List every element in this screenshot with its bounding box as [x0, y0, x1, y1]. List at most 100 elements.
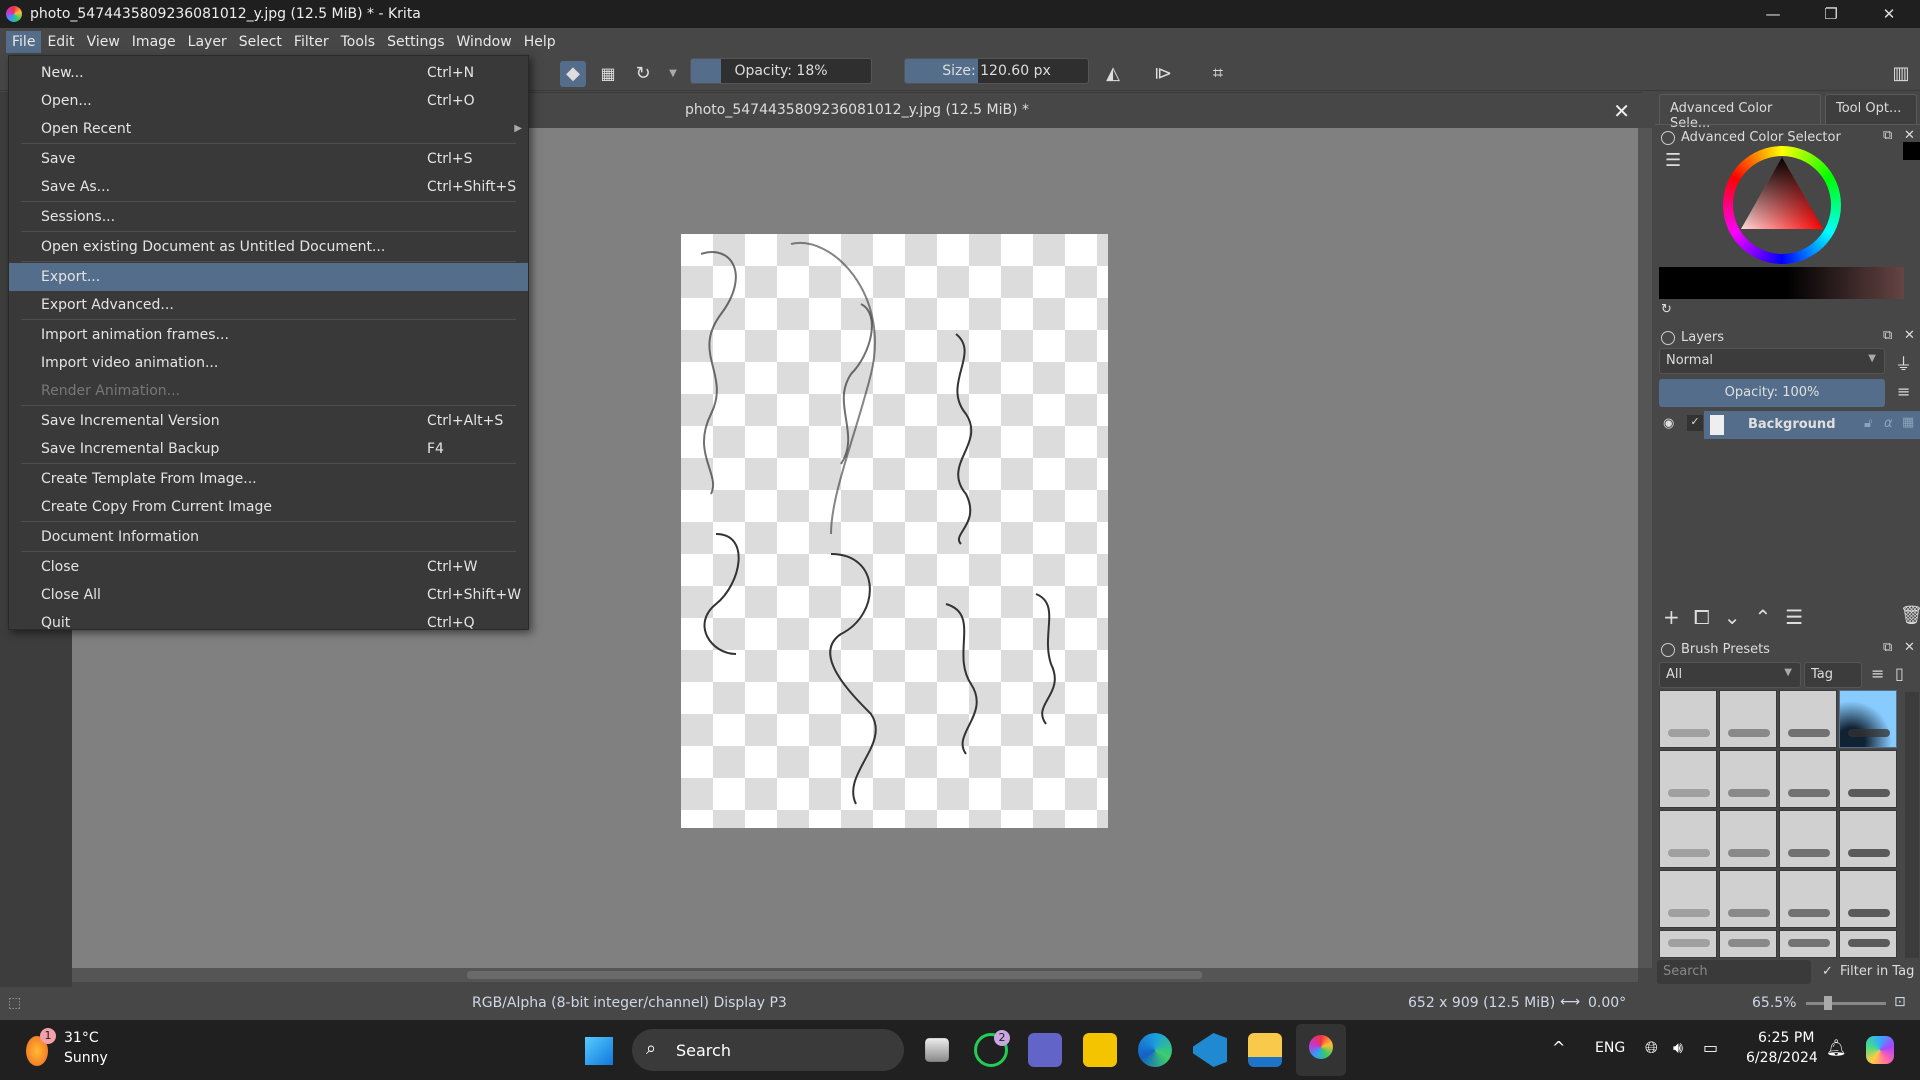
brush-preset[interactable]: [1719, 690, 1777, 748]
menu-item-sessions[interactable]: Sessions...: [9, 203, 528, 231]
delete-layer-icon[interactable]: 🗑︎: [1900, 605, 1920, 626]
brush-info-icon[interactable]: ▯: [1895, 664, 1904, 683]
menu-help[interactable]: Help: [518, 31, 562, 53]
vscode-icon[interactable]: [1193, 1033, 1227, 1067]
brush-tag-select[interactable]: All ▼: [1659, 662, 1801, 688]
menu-image[interactable]: Image: [126, 31, 182, 53]
chevron-down-icon[interactable]: ▼: [660, 61, 686, 87]
file-explorer-icon[interactable]: [1248, 1033, 1282, 1067]
brush-preset[interactable]: [1779, 690, 1837, 748]
krita-taskbar-button[interactable]: [1296, 1024, 1346, 1076]
taskbar-search-box[interactable]: ⌕ Search: [632, 1029, 904, 1071]
visibility-eye-icon[interactable]: ◉: [1663, 416, 1674, 431]
size-slider[interactable]: Size: 120.60 px: [904, 58, 1089, 84]
tag-button[interactable]: Tag: [1804, 662, 1862, 688]
network-icon[interactable]: 🌐︎: [1645, 1038, 1658, 1058]
sticky-notes-icon[interactable]: [1083, 1033, 1117, 1067]
language-indicator[interactable]: ENG: [1595, 1040, 1625, 1056]
brush-preset[interactable]: [1839, 810, 1897, 868]
menu-item-quit[interactable]: Quit Ctrl+Q: [9, 609, 528, 637]
menu-item-new[interactable]: New... Ctrl+N: [9, 59, 528, 87]
show-hidden-icons-icon[interactable]: ^: [1552, 1038, 1565, 1057]
menu-item-save[interactable]: Save Ctrl+S: [9, 145, 528, 173]
close-docker-icon[interactable]: ✕: [1904, 128, 1915, 143]
teams-icon[interactable]: [1028, 1033, 1062, 1067]
restore-button[interactable]: ❐: [1802, 0, 1860, 28]
refresh-icon[interactable]: ↻: [1661, 302, 1672, 317]
brush-preset[interactable]: [1659, 750, 1717, 808]
menu-item-export[interactable]: Export...: [9, 263, 528, 291]
brush-preset-selected[interactable]: [1839, 690, 1897, 748]
selection-icon[interactable]: ⬚: [8, 995, 21, 1011]
move-layer-down-icon[interactable]: ⌄: [1724, 605, 1741, 629]
layer-opacity-slider[interactable]: Opacity: 100%: [1659, 379, 1885, 407]
menu-settings[interactable]: Settings: [381, 31, 450, 53]
menu-item-create-copy-from-current-image[interactable]: Create Copy From Current Image: [9, 493, 528, 521]
alpha-icon[interactable]: α: [1884, 416, 1893, 431]
brush-preset[interactable]: [1719, 930, 1777, 958]
layer-checkbox[interactable]: ✓: [1687, 415, 1703, 431]
duplicate-layer-icon[interactable]: ⧠: [1694, 605, 1710, 629]
filter-icon[interactable]: ⏚: [1895, 350, 1912, 375]
brush-preset[interactable]: [1719, 750, 1777, 808]
reload-preset-icon[interactable]: ↻: [630, 61, 656, 87]
rotation-icon[interactable]: ⟷: [1560, 994, 1580, 1010]
brush-preset[interactable]: [1659, 870, 1717, 928]
task-view-icon[interactable]: [925, 1038, 949, 1062]
brush-preset[interactable]: [1839, 870, 1897, 928]
tab-tool-options[interactable]: Tool Opt...: [1825, 94, 1917, 124]
view-mode-icon[interactable]: ≡: [1871, 664, 1884, 683]
brush-search-input[interactable]: Search: [1657, 960, 1811, 984]
menu-select[interactable]: Select: [233, 31, 288, 53]
menu-view[interactable]: View: [81, 31, 126, 53]
brush-scrollbar[interactable]: [1905, 692, 1919, 958]
tab-advanced-color-selector[interactable]: Advanced Color Sele...: [1659, 94, 1821, 131]
zoom-slider[interactable]: [1806, 996, 1886, 1010]
menu-item-export-advanced[interactable]: Export Advanced...: [9, 291, 528, 319]
brush-preset[interactable]: [1659, 930, 1717, 958]
filter-in-tag-checkbox[interactable]: ✓: [1822, 964, 1833, 979]
menu-tools[interactable]: Tools: [335, 31, 382, 53]
clock-date[interactable]: 6/28/2024: [1746, 1050, 1818, 1066]
canvas-image[interactable]: [681, 234, 1108, 828]
brush-preset[interactable]: [1719, 870, 1777, 928]
brush-preset[interactable]: [1659, 810, 1717, 868]
lock-layer-icon[interactable]: 🔓︎: [1864, 416, 1872, 431]
menu-file[interactable]: File: [6, 30, 42, 53]
close-docker-icon[interactable]: ✕: [1904, 640, 1915, 655]
minimize-button[interactable]: —: [1744, 0, 1802, 28]
menu-item-import-animation-frames[interactable]: Import animation frames...: [9, 321, 528, 349]
eraser-icon[interactable]: ◆: [560, 61, 586, 87]
menu-item-open-existing-document-as-untitled-document[interactable]: Open existing Document as Untitled Docum…: [9, 233, 528, 261]
hue-ring[interactable]: [1723, 146, 1841, 264]
notification-bell-icon[interactable]: 🔔︎: [1826, 1038, 1846, 1057]
brush-preset[interactable]: [1779, 870, 1837, 928]
close-window-button[interactable]: ✕: [1860, 0, 1918, 28]
brush-preset[interactable]: [1839, 750, 1897, 808]
horizontal-scrollbar-thumb[interactable]: [467, 971, 1202, 979]
close-docker-icon[interactable]: ✕: [1904, 328, 1915, 343]
start-icon[interactable]: [585, 1037, 613, 1065]
alpha-lock-icon[interactable]: ▦: [595, 61, 621, 87]
workspace-icon[interactable]: ▥: [1888, 61, 1914, 87]
blend-mode-select[interactable]: Normal ▼: [1659, 348, 1885, 374]
vertical-scrollbar[interactable]: [1638, 128, 1652, 968]
menu-window[interactable]: Window: [451, 31, 518, 53]
menu-item-save-as[interactable]: Save As... Ctrl+Shift+S: [9, 173, 528, 201]
brush-preset[interactable]: [1659, 690, 1717, 748]
layer-row-background[interactable]: ◉ ✓ Background 🔓︎ α ▦: [1655, 411, 1920, 439]
inherit-alpha-icon[interactable]: ▦: [1902, 415, 1914, 430]
lock-icon[interactable]: [1661, 130, 1675, 145]
menu-edit[interactable]: Edit: [41, 31, 80, 53]
layer-properties-icon[interactable]: ☰: [1785, 605, 1803, 629]
color-history-swatch[interactable]: [1903, 142, 1920, 160]
layer-menu-icon[interactable]: ≡: [1897, 382, 1910, 401]
mirror-horizontal-icon[interactable]: ◭: [1100, 61, 1126, 87]
menu-item-create-template-from-image[interactable]: Create Template From Image...: [9, 465, 528, 493]
opacity-slider[interactable]: Opacity: 18%: [690, 58, 872, 84]
brush-preset[interactable]: [1839, 930, 1897, 958]
brush-preset[interactable]: [1719, 810, 1777, 868]
copilot-icon[interactable]: [1866, 1036, 1894, 1064]
menu-layer[interactable]: Layer: [182, 31, 233, 53]
color-selector-settings-icon[interactable]: ☰: [1665, 150, 1681, 171]
